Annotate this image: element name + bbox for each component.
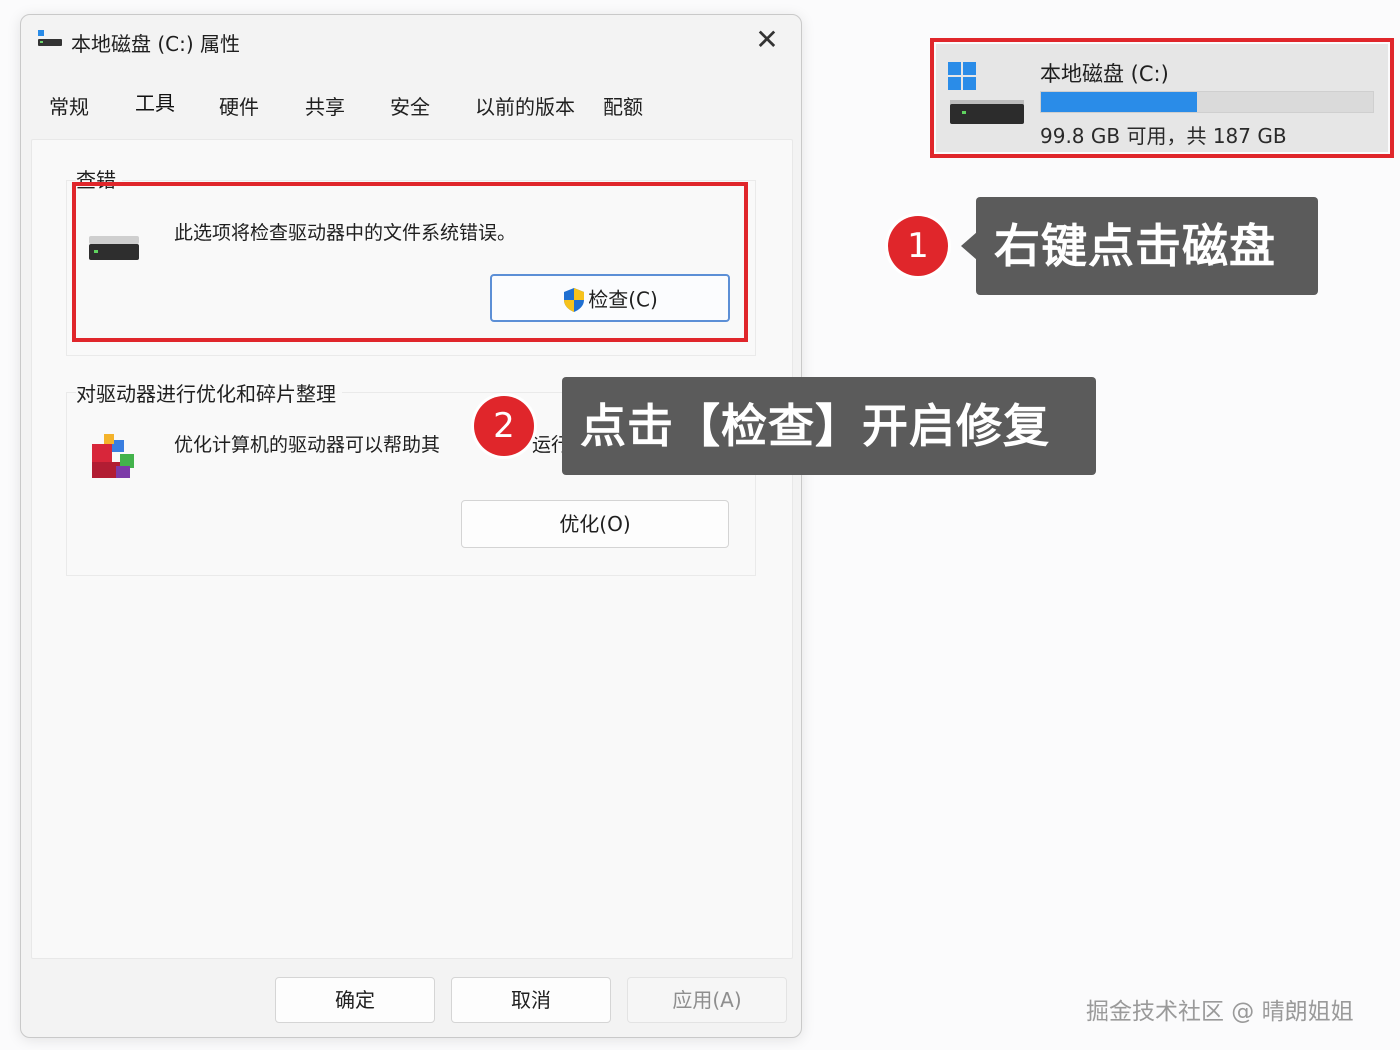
- step2-callout: 点击【检查】开启修复: [562, 377, 1096, 475]
- tab-sharing[interactable]: 共享: [305, 91, 345, 120]
- step1-badge: 1: [888, 216, 948, 276]
- close-button[interactable]: ✕: [749, 25, 785, 57]
- step1-callout: 右键点击磁盘: [976, 197, 1318, 295]
- drive-icon: [38, 30, 62, 46]
- apply-button[interactable]: 应用(A): [627, 977, 787, 1023]
- title-bar: 本地磁盘 (C:) 属性 ✕: [21, 15, 801, 71]
- tab-security[interactable]: 安全: [390, 91, 430, 120]
- optimize-description-left: 优化计算机的驱动器可以帮助其: [174, 434, 441, 456]
- watermark: 掘金技术社区 @ 晴朗姐姐: [1086, 999, 1354, 1025]
- properties-dialog: 本地磁盘 (C:) 属性 ✕ 常规 工具 硬件 共享 安全 以前的版本 配额 查…: [20, 14, 802, 1038]
- check-highlight-box: [72, 182, 748, 342]
- optimize-title: 对驱动器进行优化和碎片整理: [76, 378, 342, 407]
- close-icon: ✕: [755, 23, 779, 56]
- optimize-button-label: 优化(O): [559, 512, 631, 536]
- cancel-button[interactable]: 取消: [451, 977, 611, 1023]
- step2-badge: 2: [474, 396, 534, 456]
- step1-callout-arrow: [961, 232, 977, 260]
- ok-button-label: 确定: [335, 988, 375, 1012]
- tab-quota[interactable]: 配额: [603, 91, 643, 120]
- dialog-title: 本地磁盘 (C:) 属性: [71, 32, 241, 56]
- apply-button-label: 应用(A): [672, 988, 742, 1012]
- defrag-icon: [92, 434, 134, 478]
- tab-general[interactable]: 常规: [49, 91, 89, 120]
- drive-highlight-box: [930, 38, 1394, 158]
- optimize-button[interactable]: 优化(O): [461, 500, 729, 548]
- tab-hardware[interactable]: 硬件: [219, 91, 259, 120]
- tab-strip: 常规 工具 硬件 共享 安全 以前的版本 配额: [21, 91, 801, 127]
- tab-previous-versions[interactable]: 以前的版本: [475, 91, 575, 120]
- cancel-button-label: 取消: [511, 988, 551, 1012]
- ok-button[interactable]: 确定: [275, 977, 435, 1023]
- tab-tools[interactable]: 工具: [135, 87, 175, 116]
